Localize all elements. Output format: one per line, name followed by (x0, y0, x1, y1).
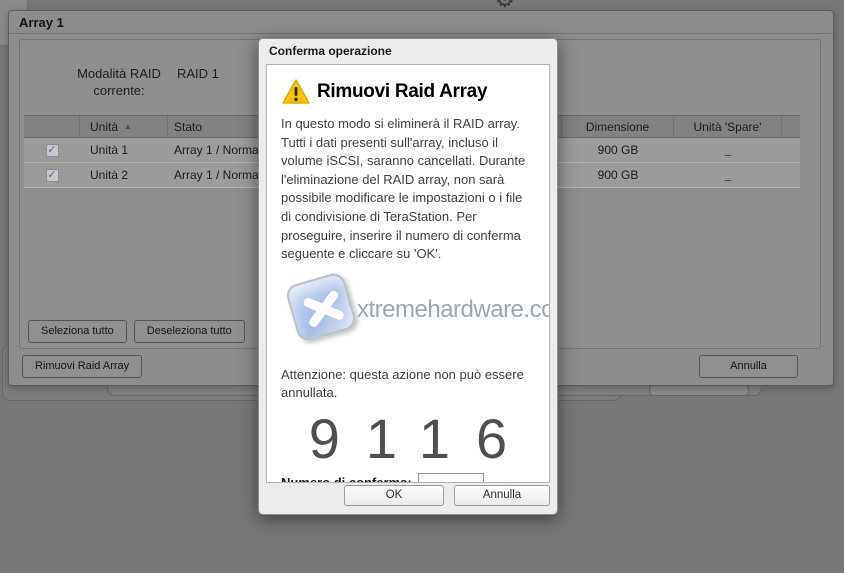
confirm-number-input[interactable] (418, 473, 484, 483)
dialog-heading: Rimuovi Raid Array (317, 81, 487, 103)
array-window-title: Array 1 (9, 11, 833, 34)
window-cancel-button[interactable]: Annulla (699, 355, 798, 378)
dialog-body-text: In questo modo si eliminerà il RAID arra… (281, 115, 535, 264)
column-header-unit[interactable]: Unità ▲ (80, 116, 168, 137)
raid-mode-label: Modalità RAID corrente: (69, 65, 169, 99)
sort-asc-icon: ▲ (124, 122, 132, 131)
header-checkbox-column (24, 116, 80, 137)
spare-link[interactable]: _ (725, 143, 732, 157)
cell-unit: Unità 2 (80, 168, 168, 182)
column-header-size[interactable]: Dimensione (562, 116, 674, 137)
backdrop-button-sliver (649, 385, 749, 396)
row-checkbox[interactable]: ✓ (46, 144, 59, 157)
row-checkbox[interactable]: ✓ (46, 169, 59, 182)
cell-size: 900 GB (562, 143, 674, 157)
select-all-button[interactable]: Seleziona tutto (28, 320, 127, 343)
column-header-spare[interactable]: Unità 'Spare' (674, 116, 782, 137)
raid-mode-value: RAID 1 (177, 65, 219, 99)
cell-size: 900 GB (562, 168, 674, 182)
ok-button[interactable]: OK (344, 485, 444, 506)
cell-unit: Unità 1 (80, 143, 168, 157)
xtremehardware-logo-icon (284, 271, 358, 343)
confirm-number-label: Numero di conferma: (281, 475, 412, 483)
confirm-dialog: Conferma operazione Rimuovi Raid Array I… (258, 38, 558, 515)
warning-icon (281, 78, 311, 105)
confirmation-number: 9116 (281, 409, 535, 469)
deselect-all-button[interactable]: Deseleziona tutto (134, 320, 245, 343)
dialog-content: Rimuovi Raid Array In questo modo si eli… (266, 64, 550, 483)
watermark: xtremehardware.com (281, 274, 535, 352)
dialog-cancel-button[interactable]: Annulla (454, 485, 550, 506)
dialog-title: Conferma operazione (259, 39, 557, 64)
spare-link[interactable]: _ (725, 168, 732, 182)
watermark-text: xtremehardware.com (357, 296, 550, 324)
dialog-warning-text: Attenzione: questa azione non può essere… (281, 366, 535, 403)
remove-raid-array-button[interactable]: Rimuovi Raid Array (22, 355, 142, 378)
